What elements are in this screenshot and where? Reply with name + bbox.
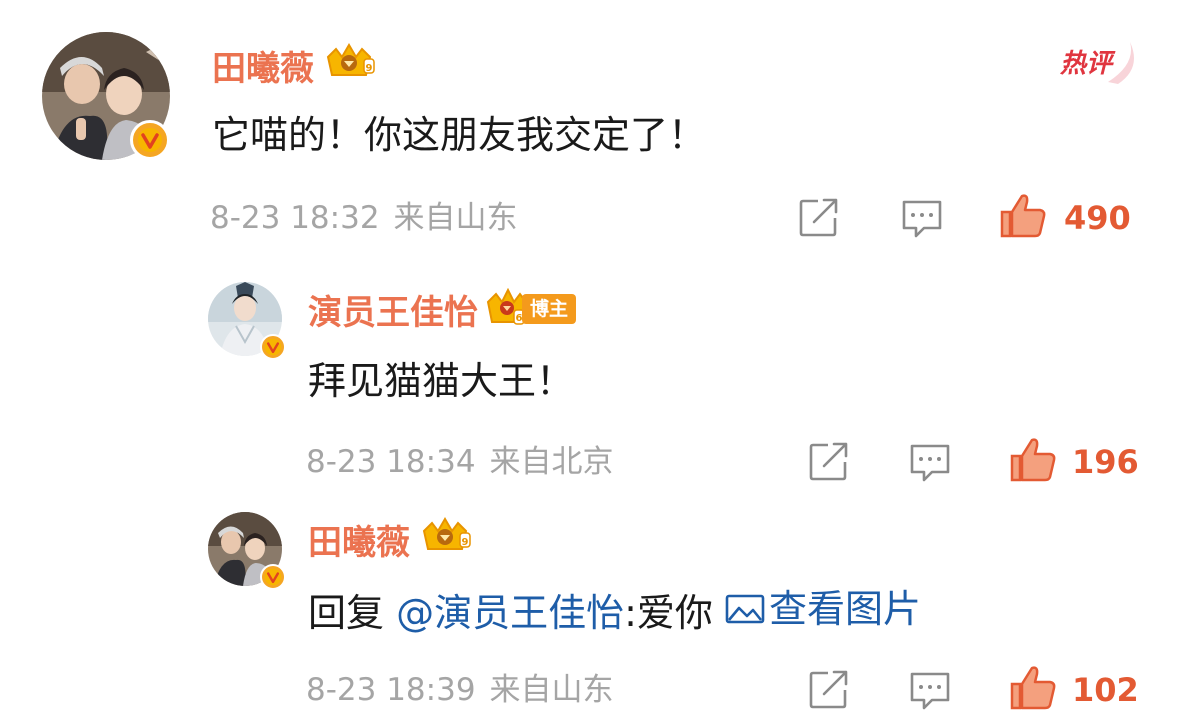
like-count: 196	[1072, 443, 1139, 481]
comment-location: 来自山东	[393, 200, 518, 236]
view-picture-link[interactable]: 查看图片	[725, 582, 921, 636]
svg-text:热评: 热评	[1059, 49, 1116, 79]
share-icon[interactable]	[798, 198, 840, 242]
hot-comment-tag: 热评	[1058, 42, 1138, 84]
comment-date: 8-23 18:32	[210, 200, 380, 236]
comment-meta: 8-23 18:32 来自山东	[210, 196, 518, 240]
username-text[interactable]: 田曦薇	[308, 515, 410, 564]
username-text[interactable]: 田曦薇	[212, 41, 314, 90]
username[interactable]: 田曦薇 9	[212, 41, 376, 90]
like-icon[interactable]	[998, 192, 1048, 244]
comment-text: 拜见猫猫大王！	[308, 359, 575, 403]
username-text[interactable]: 演员王佳怡	[308, 285, 478, 334]
svg-text:9: 9	[462, 537, 469, 548]
verified-icon	[260, 564, 286, 590]
mention-link[interactable]: @演员王佳怡	[396, 591, 624, 635]
avatar[interactable]	[208, 282, 286, 360]
like-count: 102	[1072, 671, 1139, 709]
comment-date: 8-23 18:39	[306, 672, 476, 708]
avatar[interactable]	[208, 512, 286, 590]
like-count: 490	[1064, 199, 1131, 237]
like-icon[interactable]	[1008, 436, 1058, 488]
vip-crown-icon: 9	[322, 41, 376, 90]
like-icon[interactable]	[1008, 664, 1058, 716]
reply-prefix: 回复	[308, 591, 397, 635]
reply-comment-icon[interactable]	[908, 442, 952, 488]
blogger-badge: 6 博主	[484, 288, 577, 325]
share-icon[interactable]	[808, 670, 850, 714]
comment-location: 来自山东	[489, 672, 614, 708]
reply-text: :爱你	[624, 591, 725, 635]
svg-text:9: 9	[366, 63, 373, 74]
username[interactable]: 田曦薇 9	[308, 515, 472, 564]
comment-location: 来自北京	[489, 444, 614, 480]
reply-comment-icon[interactable]	[900, 198, 944, 244]
view-picture-text[interactable]: 查看图片	[769, 582, 921, 636]
verified-icon	[130, 120, 170, 160]
image-icon	[725, 594, 765, 624]
comment-meta: 8-23 18:39 来自山东	[306, 668, 614, 712]
avatar[interactable]	[42, 32, 170, 160]
comment-date: 8-23 18:34	[306, 444, 476, 480]
blogger-tag: 博主	[522, 294, 577, 324]
comment-text: 回复 @演员王佳怡:爱你 查看图片	[308, 582, 921, 640]
share-icon[interactable]	[808, 442, 850, 486]
comment-text: 它喵的！你这朋友我交定了！	[212, 113, 707, 157]
vip-crown-icon: 9	[418, 515, 472, 564]
reply-comment-icon[interactable]	[908, 670, 952, 716]
username[interactable]: 演员王佳怡 6 博主	[308, 285, 577, 334]
comment-meta: 8-23 18:34 来自北京	[306, 440, 614, 484]
verified-icon	[260, 334, 286, 360]
